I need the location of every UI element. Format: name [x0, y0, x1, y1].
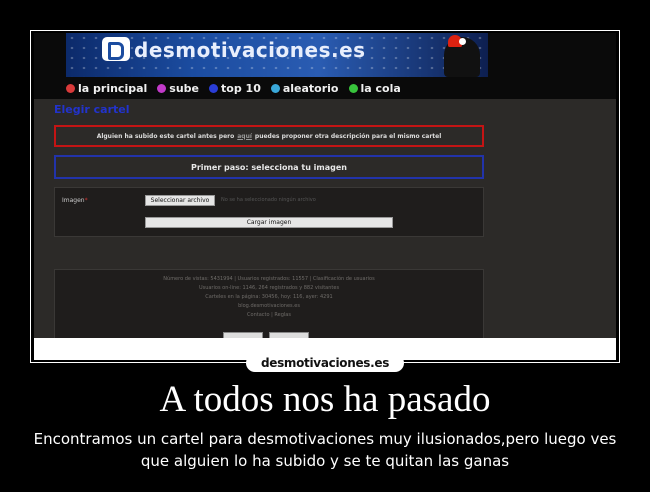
footer-posters: Carteles en la página: 30456, hoy: 116, … — [205, 294, 333, 300]
page-title: Elegir cartel — [54, 103, 130, 116]
image-label-text: Imagen — [62, 197, 85, 204]
footer-blog-link[interactable]: blog.desmotivaciones.es — [55, 303, 483, 309]
choose-file-button[interactable]: Seleccionar archivo — [145, 195, 215, 206]
poster-title: A todos nos ha pasado — [159, 379, 491, 420]
site-logo-text: desmotivaciones.es — [134, 38, 366, 62]
site-logo[interactable]: desmotivaciones.es — [102, 37, 366, 62]
file-status: No se ha seleccionado ningún archivo — [221, 197, 316, 203]
required-mark: * — [84, 197, 88, 204]
upload-form: Imagen* Seleccionar archivo No se ha sel… — [54, 187, 484, 237]
footer-online: Usuarios on-line: 1146, 264 registrados … — [198, 285, 340, 291]
star-icon — [209, 83, 219, 93]
step-heading: Primer paso: selecciona tu imagen — [54, 155, 484, 179]
poster-caption: Encontramos un cartel para desmotivacion… — [33, 430, 617, 470]
site-footer: Número de vistas: 5431994 | Usuarios reg… — [54, 269, 484, 338]
notice-text-before: Alguien ha subido este cartel antes pero — [96, 132, 235, 140]
duplicate-notice: Alguien ha subido este cartel antes pero… — [54, 125, 484, 147]
queue-icon — [348, 83, 358, 93]
notice-link[interactable]: aquí — [237, 133, 252, 140]
nav-item-top10[interactable]: top 10 — [209, 82, 261, 95]
image-label: Imagen* — [62, 197, 88, 204]
logo-icon — [102, 37, 130, 61]
site-header: desmotivaciones.es la principal sube top… — [34, 33, 616, 99]
site-screenshot: desmotivaciones.es la principal sube top… — [34, 33, 616, 338]
nav-item-cola[interactable]: la cola — [348, 81, 401, 95]
site-banner: desmotivaciones.es — [66, 33, 488, 77]
nav-item-principal[interactable]: la principal — [66, 82, 147, 95]
nav-label: aleatorio — [282, 81, 339, 95]
nav-label: top 10 — [221, 81, 261, 95]
nav-item-aleatorio[interactable]: aleatorio — [270, 81, 339, 95]
santa-hat-icon — [448, 35, 466, 47]
main-nav: la principal sube top 10 aleatorio la co… — [66, 79, 488, 97]
footer-stats: Número de vistas: 5431994 | Usuarios reg… — [163, 276, 375, 282]
home-icon — [66, 83, 75, 93]
nav-label: la principal — [78, 81, 148, 95]
footer-links[interactable]: Contacto | Reglas — [55, 312, 483, 318]
watermark-logo: desmotivaciones.es — [246, 354, 404, 372]
upload-icon — [157, 83, 167, 93]
shuffle-icon — [270, 83, 280, 93]
nav-label: la cola — [360, 81, 401, 95]
poster-frame: desmotivaciones.es la principal sube top… — [30, 30, 620, 363]
nav-item-sube[interactable]: sube — [157, 82, 199, 95]
upload-image-button[interactable]: Cargar imagen — [145, 217, 393, 228]
nav-label: sube — [169, 81, 200, 95]
notice-text-after: puedes proponer otra descripción para el… — [254, 132, 442, 140]
